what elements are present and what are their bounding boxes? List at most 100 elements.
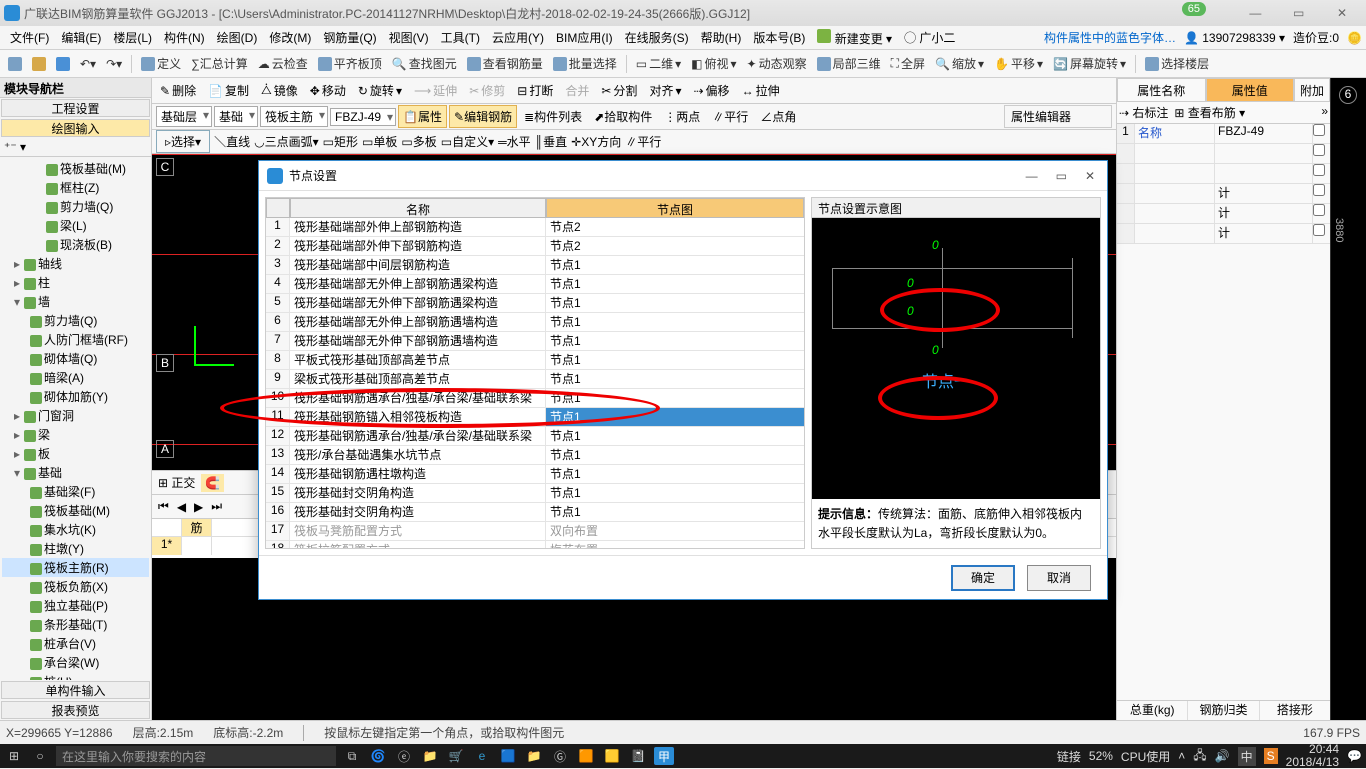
tree-node[interactable]: ▸柱: [2, 273, 149, 292]
app-icon-5[interactable]: 🟦: [498, 747, 518, 765]
draw-rect[interactable]: ▭矩形: [323, 133, 358, 150]
tree-node[interactable]: 框柱(Z): [2, 178, 149, 197]
tree-node[interactable]: 集水坑(K): [2, 520, 149, 539]
tree-node[interactable]: 现浇板(B): [2, 235, 149, 254]
app-icon-7[interactable]: Ⓖ: [550, 747, 570, 765]
draw-multi[interactable]: ▭多板: [401, 133, 436, 150]
app-icon-2[interactable]: ⓔ: [394, 747, 414, 765]
tool-define[interactable]: 定义: [137, 53, 185, 74]
draw-arc[interactable]: ◡三点画弧▾: [254, 133, 319, 150]
tree-node[interactable]: 人防门框墙(RF): [2, 330, 149, 349]
section-report[interactable]: 报表预览: [1, 701, 150, 719]
draw-xy[interactable]: ✛XY方向: [571, 133, 621, 150]
tray-clock[interactable]: 20:442018/4/13: [1286, 743, 1339, 769]
tree-node[interactable]: 独立基础(P): [2, 596, 149, 615]
node-row[interactable]: 13筏形/承台基础遇集水坑节点节点1: [266, 446, 804, 465]
tray-up-icon[interactable]: ˄: [1178, 749, 1185, 763]
btn-pick[interactable]: ⬈拾取构件: [589, 105, 657, 128]
menu-file[interactable]: 文件(F): [4, 27, 55, 48]
dd-cat[interactable]: 基础: [214, 106, 258, 127]
tool-sum[interactable]: ∑汇总计算: [187, 53, 252, 74]
node-row[interactable]: 2筏形基础端部外伸下部钢筋构造节点2: [266, 237, 804, 256]
dd-code[interactable]: FBZJ-49: [330, 108, 396, 126]
draw-par[interactable]: ∥平行: [625, 133, 661, 150]
node-row[interactable]: 9梁板式筏形基础顶部高差节点节点1: [266, 370, 804, 389]
btn-property[interactable]: 📋属性: [398, 105, 447, 128]
tray-vol-icon[interactable]: 🔊: [1215, 749, 1230, 763]
menu-version[interactable]: 版本号(B): [747, 27, 811, 48]
component-tree[interactable]: 筏板基础(M)框柱(Z)剪力墙(Q)梁(L)现浇板(B)▸轴线▸柱▾墙剪力墙(Q…: [0, 157, 151, 680]
edit-move[interactable]: ✥移动: [306, 80, 350, 101]
property-row[interactable]: 计: [1117, 204, 1330, 224]
btn-twopoint[interactable]: ⋮两点: [659, 105, 705, 128]
tree-node[interactable]: 基础梁(F): [2, 482, 149, 501]
btn-editrebar[interactable]: ✎编辑钢筋: [449, 105, 517, 128]
cancel-button[interactable]: 取消: [1027, 565, 1091, 591]
minimize-button[interactable]: —: [1235, 6, 1275, 20]
section-draw[interactable]: 绘图输入: [1, 119, 150, 137]
menu-draw[interactable]: 绘图(D): [211, 27, 264, 48]
dialog-minimize[interactable]: —: [1026, 169, 1038, 183]
node-row[interactable]: 4筏形基础端部无外伸上部钢筋遇梁构造节点1: [266, 275, 804, 294]
edit-merge[interactable]: 合并: [561, 80, 593, 101]
node-row[interactable]: 6筏形基础端部无外伸上部钢筋遇墙构造节点1: [266, 313, 804, 332]
tree-node[interactable]: 暗梁(A): [2, 368, 149, 387]
tool-open[interactable]: [28, 55, 50, 73]
app-icon-4[interactable]: 🛒: [446, 747, 466, 765]
prop-extra-check[interactable]: [1313, 124, 1325, 136]
tray-ime[interactable]: 中: [1238, 747, 1256, 766]
node-row[interactable]: 3筏形基础端部中间层钢筋构造节点1: [266, 256, 804, 275]
dd-layer[interactable]: 基础层: [156, 106, 212, 127]
node-row[interactable]: 5筏形基础端部无外伸下部钢筋遇梁构造节点1: [266, 294, 804, 313]
property-row[interactable]: 计: [1117, 184, 1330, 204]
draw-vert[interactable]: ║垂直: [535, 133, 568, 150]
edit-mirror[interactable]: ⧊镜像: [257, 80, 302, 101]
app-icon-9[interactable]: 🟨: [602, 747, 622, 765]
menu-component[interactable]: 构件(N): [158, 27, 211, 48]
tool-new[interactable]: [4, 55, 26, 73]
edit-split[interactable]: ✂分割: [597, 80, 641, 101]
node-row[interactable]: 10筏形基础钢筋遇承台/独基/承台梁/基础联系梁节点1: [266, 389, 804, 408]
draw-custom[interactable]: ▭自定义▾: [441, 133, 494, 150]
nav-last[interactable]: ⏭: [211, 499, 222, 514]
nav-next[interactable]: ▶: [194, 500, 203, 514]
prop-extra-check[interactable]: [1313, 144, 1325, 156]
edit-stretch[interactable]: ↔拉伸: [738, 80, 784, 101]
node-row[interactable]: 7筏形基础端部无外伸下部钢筋遇墙构造节点1: [266, 332, 804, 351]
section-project[interactable]: 工程设置: [1, 99, 150, 117]
tool-local3d[interactable]: 局部三维: [813, 53, 885, 74]
menu-help[interactable]: 帮助(H): [695, 27, 748, 48]
right-annotate[interactable]: ⇢ 右标注: [1119, 104, 1168, 121]
app-icon-ggj[interactable]: 甲: [654, 747, 674, 765]
tree-node[interactable]: 梁(L): [2, 216, 149, 235]
menu-bim[interactable]: BIM应用(I): [550, 27, 619, 48]
tool-save[interactable]: [52, 55, 74, 73]
tree-node[interactable]: 筏板基础(M): [2, 159, 149, 178]
tool-pan[interactable]: ✋平移▾: [990, 53, 1047, 74]
property-row[interactable]: 计: [1117, 224, 1330, 244]
menu-modify[interactable]: 修改(M): [263, 27, 317, 48]
app-icon-8[interactable]: 🟧: [576, 747, 596, 765]
prop-extra-check[interactable]: [1313, 204, 1325, 216]
cortana-icon[interactable]: ○: [30, 747, 50, 765]
menu-tools[interactable]: 工具(T): [435, 27, 486, 48]
tray-notif-icon[interactable]: 💬: [1347, 749, 1362, 763]
ok-button[interactable]: 确定: [951, 565, 1015, 591]
menu-newchange[interactable]: 新建变更 ▾: [811, 27, 898, 49]
tree-node[interactable]: ▸梁: [2, 425, 149, 444]
tree-node[interactable]: 剪力墙(Q): [2, 311, 149, 330]
section-single[interactable]: 单构件输入: [1, 681, 150, 699]
view-rebar-layout[interactable]: ⊞ 查看布筋 ▾: [1174, 104, 1245, 121]
btn-parallel[interactable]: ∥平行: [707, 105, 753, 128]
prop-extra-check[interactable]: [1313, 224, 1325, 236]
prop-more[interactable]: »: [1321, 104, 1328, 121]
grid-body[interactable]: 1筏形基础端部外伸上部钢筋构造节点22筏形基础端部外伸下部钢筋构造节点23筏形基…: [266, 218, 804, 548]
tree-node[interactable]: 砌体墙(Q): [2, 349, 149, 368]
menu-view[interactable]: 视图(V): [383, 27, 435, 48]
edit-delete[interactable]: ✎删除: [156, 80, 200, 101]
edit-break[interactable]: ⊟打断: [513, 80, 557, 101]
property-table[interactable]: 1名称FBZJ-49计计计: [1117, 124, 1330, 700]
property-row[interactable]: [1117, 144, 1330, 164]
tree-node[interactable]: 筏板负筋(X): [2, 577, 149, 596]
tree-node[interactable]: 筏板基础(M): [2, 501, 149, 520]
